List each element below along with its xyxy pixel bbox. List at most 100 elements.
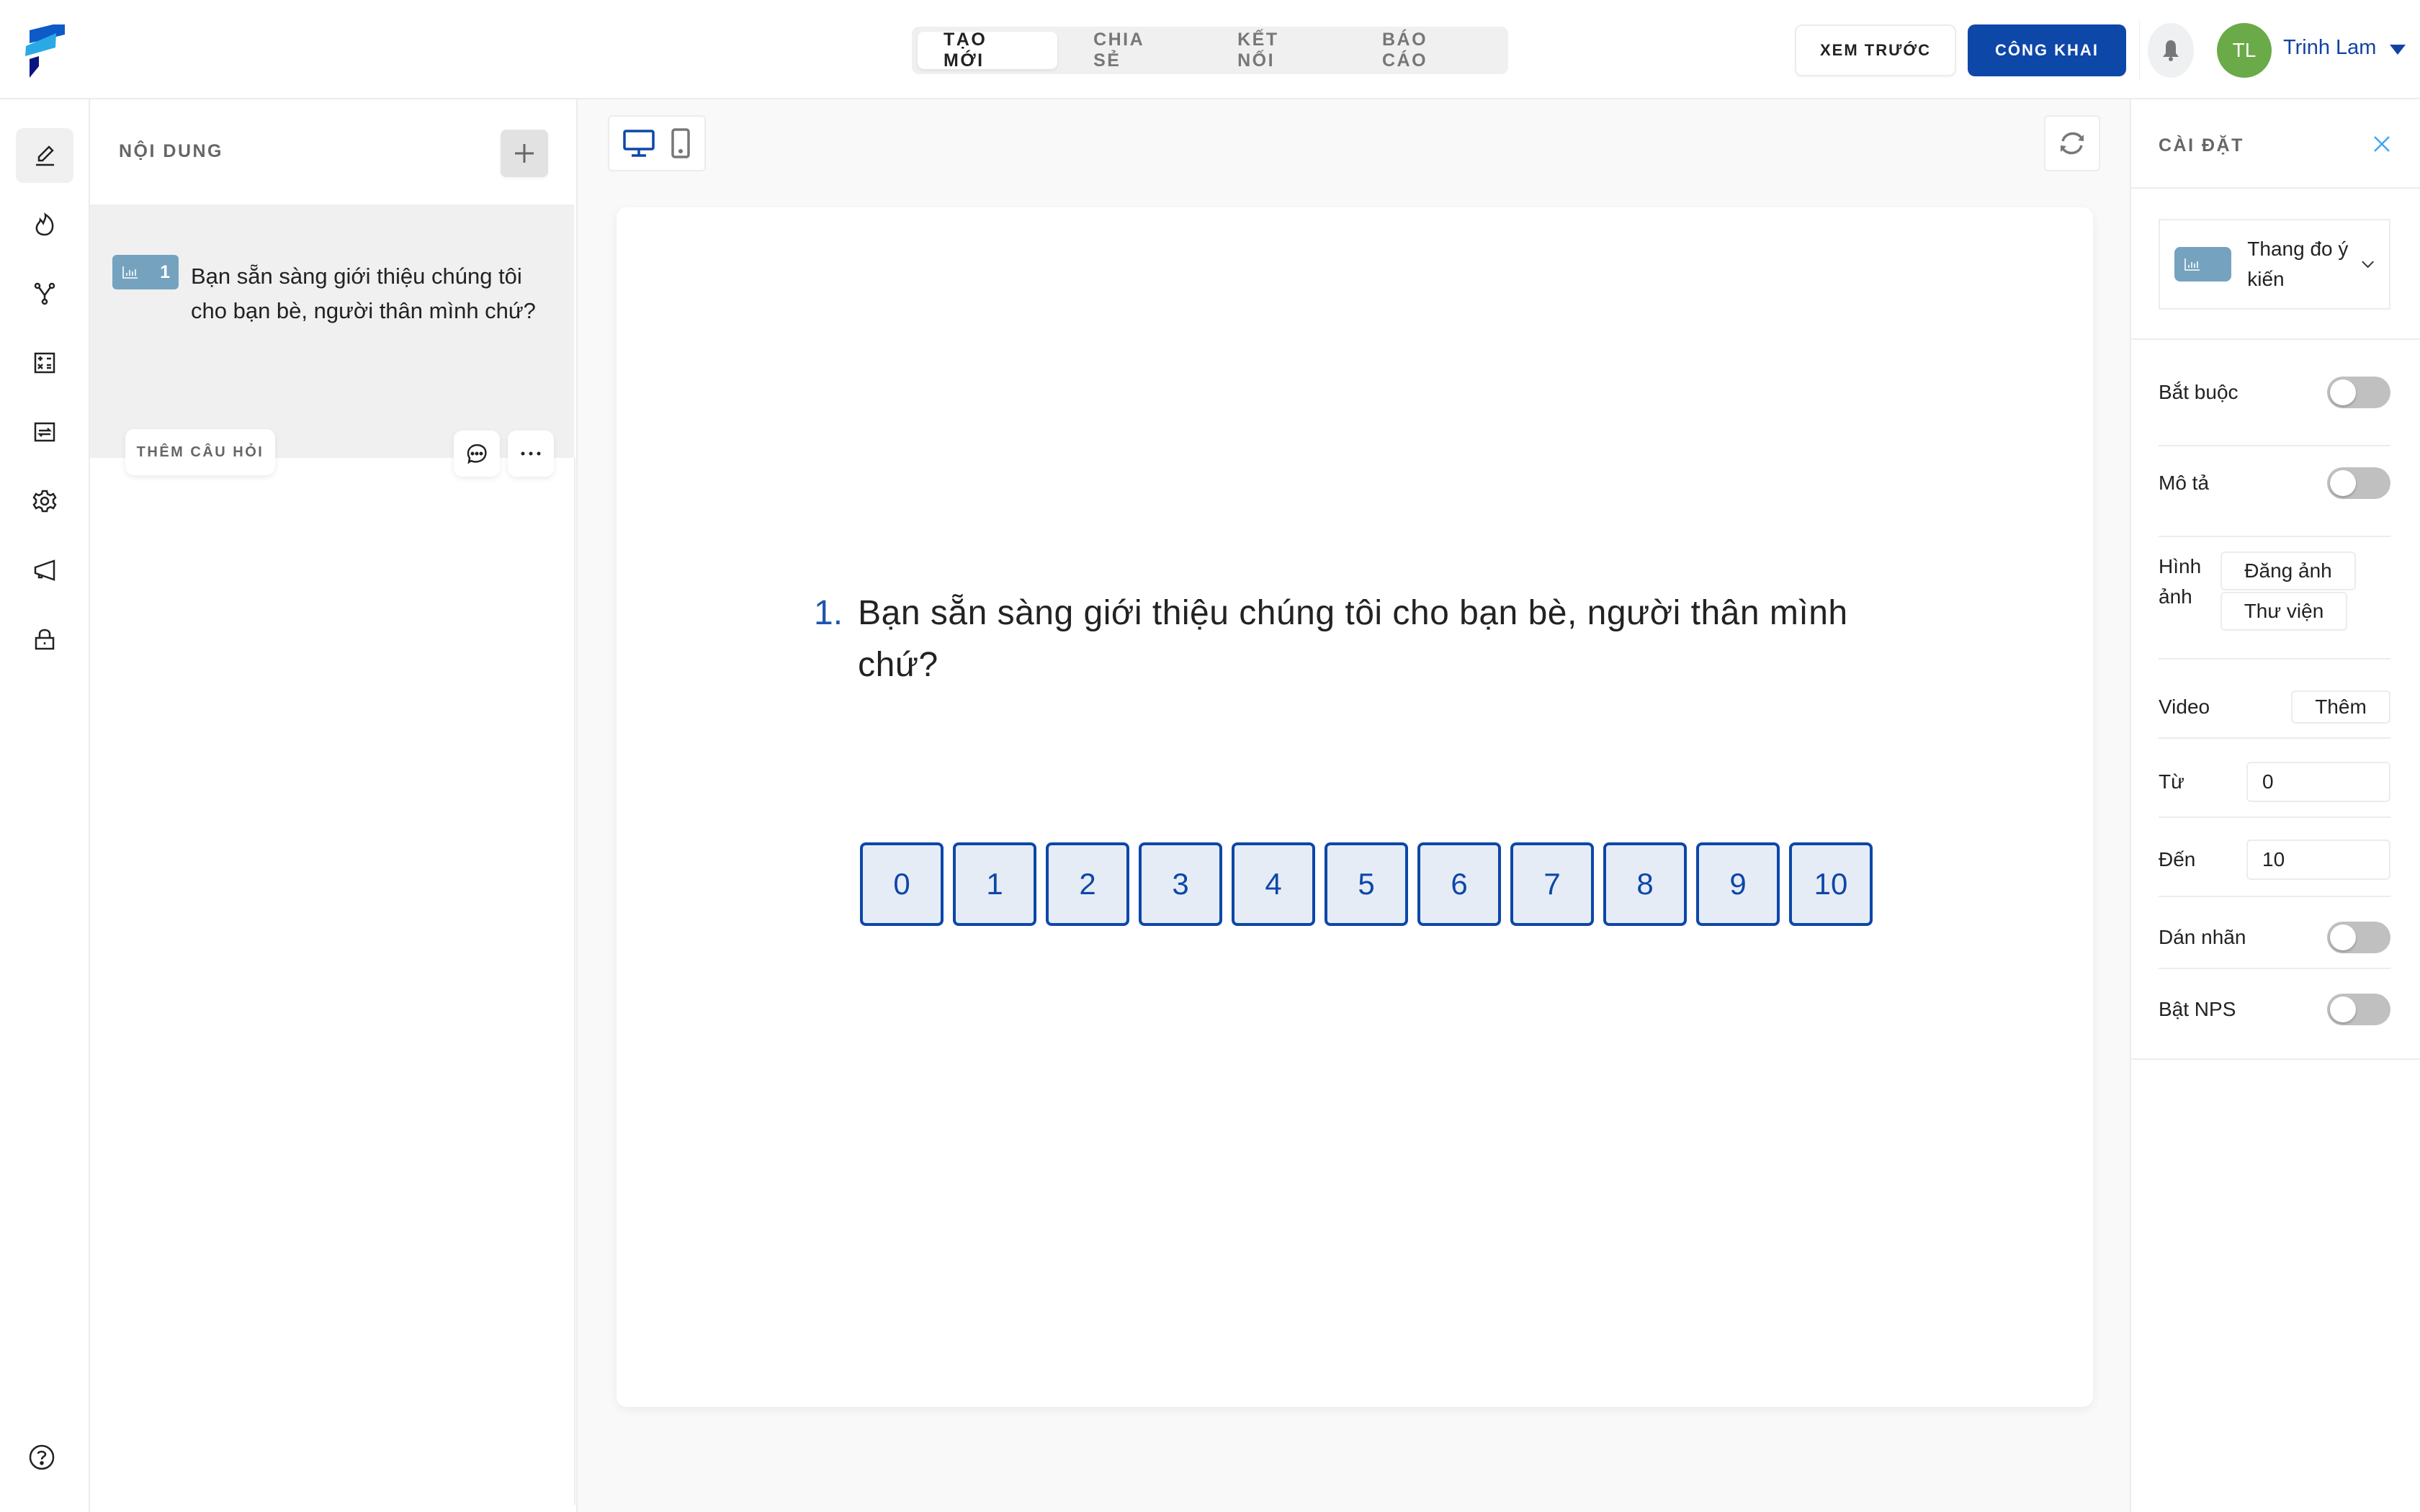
close-settings-button[interactable] xyxy=(2369,131,2395,157)
caret-down-icon[interactable] xyxy=(2390,45,2406,55)
panel-divider xyxy=(574,458,575,1505)
tab-report[interactable]: BÁO CÁO xyxy=(1356,30,1502,71)
mobile-icon[interactable] xyxy=(671,128,691,158)
nps-toggle[interactable] xyxy=(2327,994,2390,1025)
question-list-text: Bạn sẵn sàng giới thiệu chúng tôi cho bạ… xyxy=(191,264,536,323)
scale-option[interactable]: 10 xyxy=(1789,842,1873,926)
top-header: TẠO MỚI CHIA SẺ KẾT NỐI BÁO CÁO XEM TRƯỚ… xyxy=(0,0,2420,99)
from-row: Từ xyxy=(2159,760,2390,804)
question-type-select[interactable]: Thang đo ý kiến xyxy=(2159,219,2390,310)
question-number: 1 xyxy=(160,261,170,282)
calculator-icon xyxy=(34,352,55,374)
bell-icon xyxy=(2163,40,2179,61)
rail-item-announce[interactable] xyxy=(16,543,73,598)
image-library-button[interactable]: Thư viện xyxy=(2220,592,2347,631)
preview-button[interactable]: XEM TRƯỚC xyxy=(1795,24,1956,76)
rail-item-settings[interactable] xyxy=(16,474,73,528)
branch-icon xyxy=(34,282,55,305)
scale-option[interactable]: 4 xyxy=(1232,842,1315,926)
required-toggle[interactable] xyxy=(2327,377,2390,408)
chevron-down-icon xyxy=(2362,261,2374,269)
nps-label: Bật NPS xyxy=(2159,998,2236,1020)
question-list-item[interactable] xyxy=(90,204,574,458)
left-rail xyxy=(0,99,90,1512)
lock-icon xyxy=(35,629,55,650)
to-input[interactable] xyxy=(2246,840,2390,880)
settings-divider xyxy=(2159,968,2390,969)
refresh-icon xyxy=(2061,132,2084,155)
settings-divider xyxy=(2131,1058,2420,1060)
image-label: Hình ảnh xyxy=(2159,555,2202,608)
to-label: Đến xyxy=(2159,848,2196,870)
settings-divider xyxy=(2159,658,2390,660)
scale-option[interactable]: 7 xyxy=(1510,842,1594,926)
rail-item-branch[interactable] xyxy=(16,266,73,321)
description-row: Mô tả xyxy=(2159,458,2390,508)
opinion-scale: 0 1 2 3 4 5 6 7 8 9 10 xyxy=(860,842,1882,926)
question-card: 1. Bạn sẵn sàng giới thiệu chúng tôi cho… xyxy=(617,207,2093,1407)
content-panel-title: NỘI DUNG xyxy=(119,141,223,161)
notifications-button[interactable] xyxy=(2148,23,2194,78)
rail-item-loop[interactable] xyxy=(16,405,73,459)
close-icon xyxy=(2374,136,2390,152)
more-horizontal-icon xyxy=(521,451,541,456)
preview-canvas: 1. Bạn sẵn sàng giới thiệu chúng tôi cho… xyxy=(576,99,2130,1512)
image-row: Hình ảnh Đăng ảnh Thư viện xyxy=(2159,552,2390,638)
question-type-label: Thang đo ý kiến xyxy=(2247,238,2349,290)
add-video-button[interactable]: Thêm xyxy=(2291,690,2390,724)
settings-divider xyxy=(2159,445,2390,446)
scale-option[interactable]: 2 xyxy=(1046,842,1129,926)
scale-option[interactable]: 0 xyxy=(860,842,944,926)
question-badge: 1 xyxy=(112,255,179,289)
bar-chart-icon xyxy=(122,266,138,279)
refresh-button[interactable] xyxy=(2044,115,2100,171)
rail-item-security[interactable] xyxy=(16,612,73,667)
to-row: Đến xyxy=(2159,838,2390,881)
megaphone-icon xyxy=(34,559,55,581)
main-tabs: TẠO MỚI CHIA SẺ KẾT NỐI BÁO CÁO xyxy=(912,27,1508,74)
help-circle-icon[interactable] xyxy=(27,1443,56,1472)
desktop-icon[interactable] xyxy=(623,129,655,158)
plus-icon xyxy=(515,144,534,163)
comment-button[interactable] xyxy=(454,431,500,477)
flame-icon xyxy=(35,212,54,236)
scale-option[interactable]: 3 xyxy=(1139,842,1222,926)
scale-option[interactable]: 1 xyxy=(953,842,1036,926)
from-label: Từ xyxy=(2159,770,2184,793)
add-content-button[interactable] xyxy=(501,130,548,177)
app-logo[interactable] xyxy=(22,24,68,78)
scale-option[interactable]: 8 xyxy=(1603,842,1687,926)
settings-panel: CÀI ĐẶT Thang đo ý kiến Bắt buộc Mô tả H… xyxy=(2130,99,2420,1512)
scale-option[interactable]: 5 xyxy=(1325,842,1408,926)
labels-toggle[interactable] xyxy=(2327,922,2390,953)
rail-item-calculator[interactable] xyxy=(16,336,73,390)
publish-button[interactable]: CÔNG KHAI xyxy=(1968,24,2126,76)
more-options-button[interactable] xyxy=(508,431,554,477)
avatar[interactable]: TL xyxy=(2217,23,2272,78)
chat-bubble-icon xyxy=(467,444,487,464)
rail-item-edit[interactable] xyxy=(16,128,73,183)
device-toggle xyxy=(608,115,706,171)
settings-divider xyxy=(2159,816,2390,818)
user-name[interactable]: Trinh Lam xyxy=(2283,36,2376,60)
bar-chart-icon xyxy=(2184,258,2200,271)
question-number-label: 1. xyxy=(814,594,843,632)
rail-item-logic[interactable] xyxy=(16,197,73,252)
tab-connect[interactable]: KẾT NỐI xyxy=(1211,30,1346,71)
labels-label: Dán nhãn xyxy=(2159,926,2246,948)
content-panel: NỘI DUNG 1 Bạn sẵn sàng giới thiệu chúng… xyxy=(90,99,576,1512)
tab-share[interactable]: CHIA SẺ xyxy=(1067,30,1201,71)
scale-option[interactable]: 6 xyxy=(1417,842,1501,926)
nps-row: Bật NPS xyxy=(2159,988,2390,1031)
labels-row: Dán nhãn xyxy=(2159,916,2390,959)
tab-create[interactable]: TẠO MỚI xyxy=(918,30,1058,71)
from-input[interactable] xyxy=(2246,762,2390,802)
video-row: Video Thêm xyxy=(2159,685,2390,729)
header-divider xyxy=(2139,20,2140,81)
scale-option[interactable]: 9 xyxy=(1696,842,1780,926)
description-toggle[interactable] xyxy=(2327,467,2390,499)
add-question-button[interactable]: THÊM CÂU HỎI xyxy=(125,429,275,475)
upload-image-button[interactable]: Đăng ảnh xyxy=(2220,552,2356,590)
question-heading: 1. Bạn sẵn sàng giới thiệu chúng tôi cho… xyxy=(814,588,1858,691)
question-title: Bạn sẵn sàng giới thiệu chúng tôi cho bạ… xyxy=(858,594,1848,684)
